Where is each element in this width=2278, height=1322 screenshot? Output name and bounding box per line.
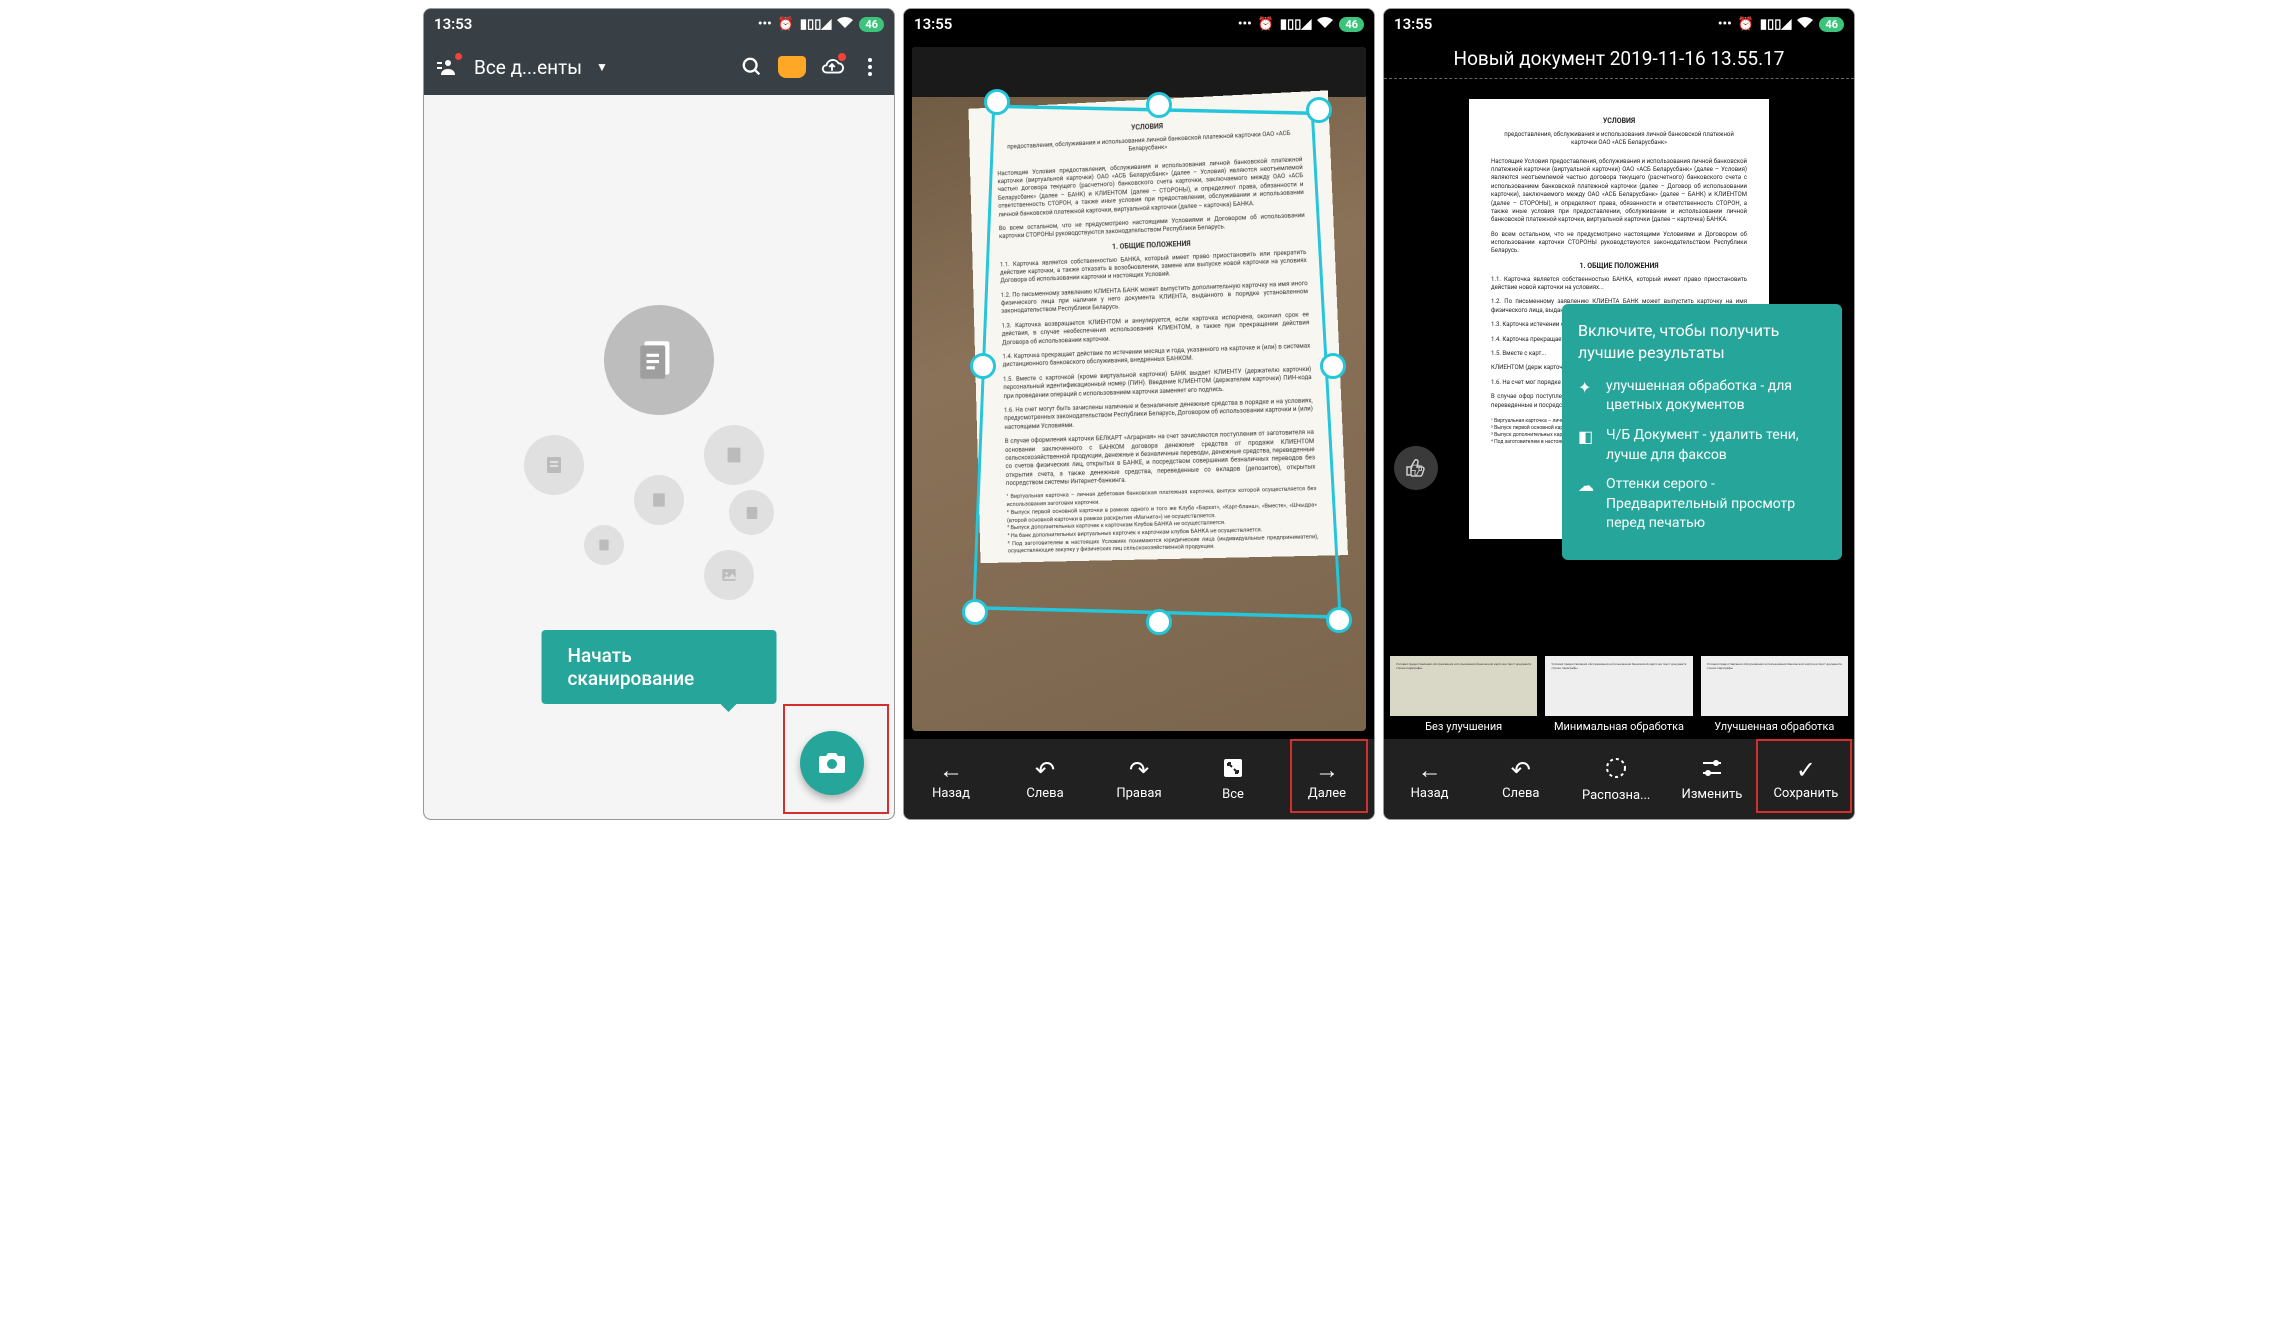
battery-badge: 46: [1819, 17, 1844, 32]
screen-crop: 13:55 ••• ⏰ ▮▯▯◢ 46 УСЛОВИЯ предоставлен…: [903, 8, 1375, 820]
status-icons: ••• ⏰ ▮▯▯◢ 46: [1718, 16, 1844, 32]
status-bar: 13:55 ••• ⏰ ▮▯▯◢ 46: [1384, 9, 1854, 39]
clock: 13:53: [434, 15, 472, 33]
filter-strip: Условия предоставления обслуживания испо…: [1384, 650, 1854, 739]
rotate-right-icon: ↷: [1129, 758, 1149, 782]
back-button[interactable]: ← Назад: [1400, 758, 1460, 801]
expand-button[interactable]: Все: [1203, 757, 1263, 802]
wifi-icon: [1317, 16, 1333, 32]
document-icon: [584, 525, 624, 565]
signal-icon: ▮▯▯◢: [1280, 17, 1311, 32]
rotate-right-button[interactable]: ↷ Правая: [1109, 758, 1169, 801]
document-icon: [729, 490, 774, 535]
crop-handle[interactable]: [1306, 97, 1332, 123]
edit-button[interactable]: Изменить: [1682, 757, 1743, 802]
document-icon: [524, 435, 584, 495]
app-bar: Все д...енты ▼: [424, 39, 894, 95]
cloud-icon: ☁: [1578, 475, 1596, 497]
menu-icon[interactable]: [436, 55, 460, 79]
signal-icon: ▮▯▯◢: [800, 17, 831, 32]
scan-tooltip: Начать сканирование: [542, 630, 777, 704]
recognize-button[interactable]: Распозна...: [1582, 756, 1650, 803]
sparkle-icon: ✦: [1578, 377, 1596, 399]
screen-filter: 13:55 ••• ⏰ ▮▯▯◢ 46 Новый документ 2019-…: [1383, 8, 1855, 820]
dropdown-icon[interactable]: ▼: [596, 60, 608, 74]
battery-badge: 46: [859, 17, 884, 32]
alarm-icon: ⏰: [1258, 17, 1274, 32]
crop-handle[interactable]: [984, 89, 1010, 115]
sliders-icon: [1701, 757, 1723, 783]
clock: 13:55: [1394, 15, 1432, 33]
premium-icon[interactable]: [778, 56, 806, 78]
document-icon: [634, 475, 684, 525]
rotate-left-button[interactable]: ↶ Слева: [1491, 758, 1551, 801]
filter-none[interactable]: Условия предоставления обслуживания испо…: [1390, 656, 1537, 733]
scan-icon: [1604, 756, 1628, 784]
documents-body: Начать сканирование: [424, 95, 894, 819]
rotate-left-icon: ↶: [1511, 758, 1531, 782]
document-icon: [604, 305, 714, 415]
search-icon[interactable]: [740, 55, 764, 79]
document-title[interactable]: Новый документ 2019-11-16 13.55.17: [1384, 39, 1854, 79]
filter-enhanced[interactable]: Условия предоставления обслуживания испо…: [1701, 656, 1848, 733]
status-icons: ••• ⏰ ▮▯▯◢ 46: [1238, 16, 1364, 32]
filter-tooltip: Включите, чтобы получить лучшие результа…: [1562, 304, 1842, 560]
highlight-box: [1290, 739, 1368, 813]
expand-icon: [1222, 757, 1244, 783]
crop-handle[interactable]: [1326, 607, 1352, 633]
screen-documents-list: 13:53 ••• ⏰ ▮▯▯◢ 46 Все д...енты ▼: [423, 8, 895, 820]
crop-body: УСЛОВИЯ предоставления, обслуживания и и…: [904, 39, 1374, 819]
crop-frame[interactable]: [966, 97, 1342, 631]
filter-minimal[interactable]: Условия предоставления обслуживания испо…: [1545, 656, 1692, 733]
arrow-left-icon: ←: [1418, 758, 1442, 782]
back-button[interactable]: ← Назад: [921, 758, 981, 801]
status-bar: 13:55 ••• ⏰ ▮▯▯◢ 46: [904, 9, 1374, 39]
highlight-box: [1756, 739, 1852, 813]
filter-body: УСЛОВИЯ предоставления, обслуживания и и…: [1384, 79, 1854, 819]
highlight-box: [783, 704, 889, 814]
rotate-left-button[interactable]: ↶ Слева: [1015, 758, 1075, 801]
cloud-upload-icon[interactable]: [820, 55, 844, 79]
status-bar: 13:53 ••• ⏰ ▮▯▯◢ 46: [424, 9, 894, 39]
rotate-left-icon: ↶: [1035, 758, 1055, 782]
arrow-left-icon: ←: [939, 758, 963, 782]
document-icon: [704, 425, 764, 485]
image-icon: [704, 550, 754, 600]
crop-handle[interactable]: [962, 599, 988, 625]
feedback-icon[interactable]: [1394, 446, 1438, 490]
tooltip-title: Включите, чтобы получить лучшие результа…: [1578, 320, 1826, 365]
more-icon[interactable]: [858, 55, 882, 79]
preview-area: УСЛОВИЯ предоставления, обслуживания и и…: [1384, 79, 1854, 650]
clock: 13:55: [914, 15, 952, 33]
crop-handle[interactable]: [1146, 609, 1172, 635]
alarm-icon: ⏰: [1738, 17, 1754, 32]
app-bar-title[interactable]: Все д...енты: [474, 56, 582, 79]
wifi-icon: [837, 16, 853, 32]
alarm-icon: ⏰: [778, 17, 794, 32]
signal-icon: ▮▯▯◢: [1760, 17, 1791, 32]
contrast-icon: ◧: [1578, 426, 1596, 448]
battery-badge: 46: [1339, 17, 1364, 32]
wifi-icon: [1797, 16, 1813, 32]
camera-preview[interactable]: УСЛОВИЯ предоставления, обслуживания и и…: [912, 47, 1366, 731]
status-icons: ••• ⏰ ▮▯▯◢ 46: [758, 16, 884, 32]
crop-handle[interactable]: [1320, 353, 1346, 379]
